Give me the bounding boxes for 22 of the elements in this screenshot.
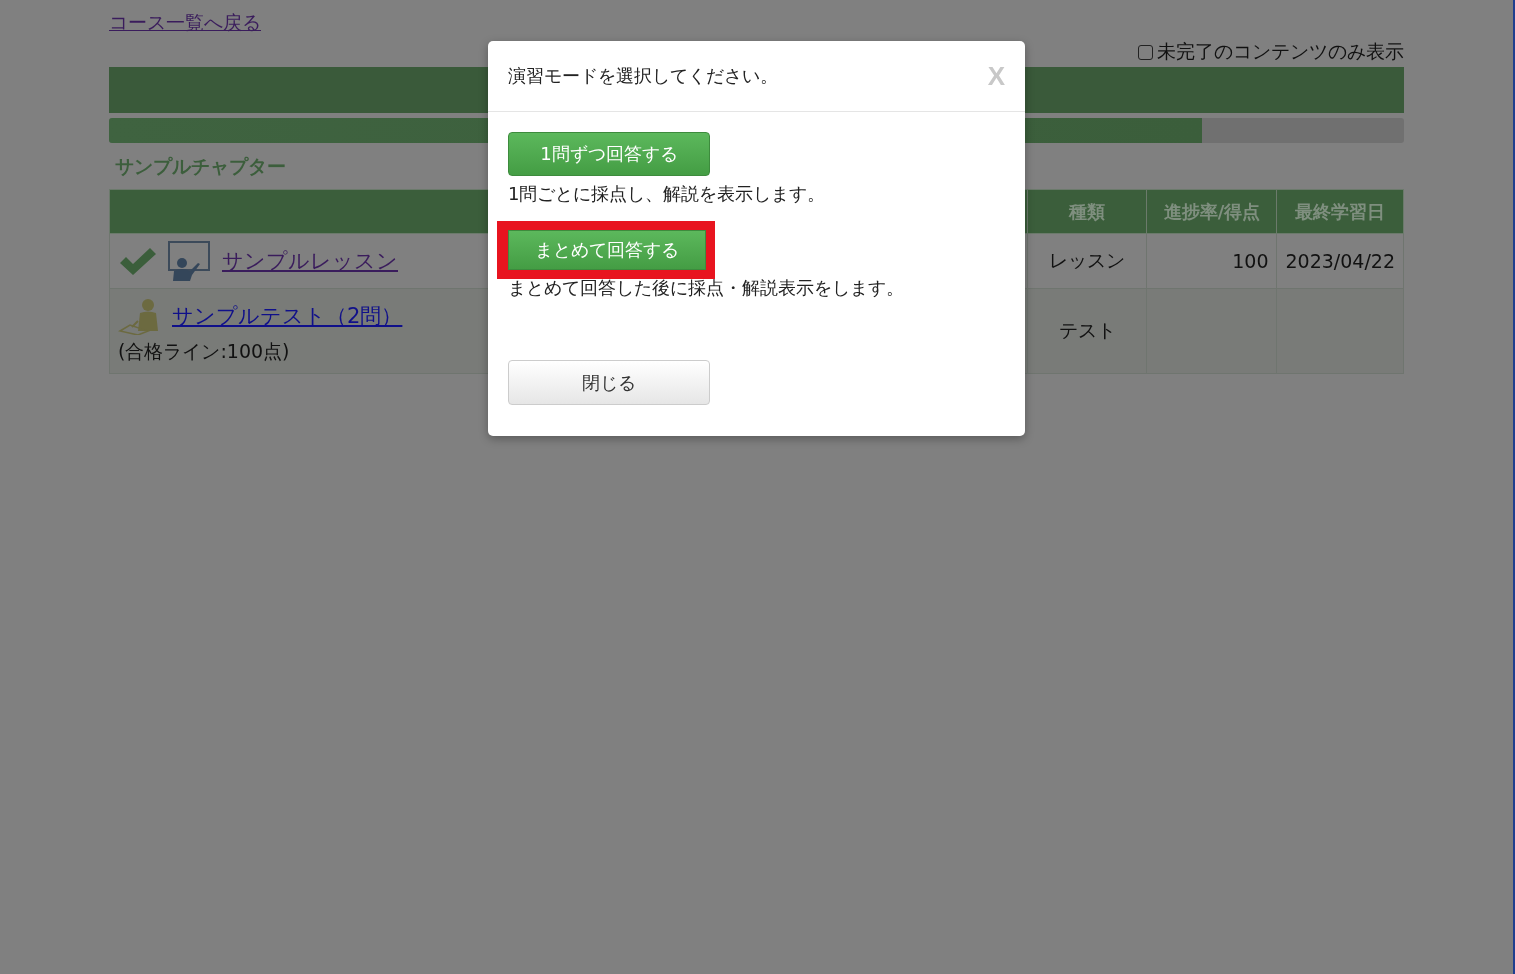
filter-label: 未完了のコンテンツのみ表示 xyxy=(1157,39,1404,64)
mode-description: まとめて回答した後に採点・解説表示をします。 xyxy=(508,276,904,300)
table-cell: レッスン xyxy=(1028,233,1147,289)
table-cell: テスト xyxy=(1028,288,1147,374)
pass-line-text: (合格ライン:100点) xyxy=(118,339,291,364)
column-header: 種類 xyxy=(1028,189,1147,234)
content-link[interactable]: サンプルレッスン xyxy=(222,247,398,275)
close-dialog-button[interactable]: 閉じる xyxy=(508,360,710,405)
checkbox[interactable] xyxy=(1138,44,1153,60)
column-header: 最終学習日 xyxy=(1277,189,1404,234)
chapter-title: サンプルチャプター xyxy=(115,154,286,179)
person-at-board-icon xyxy=(168,241,212,281)
content-link[interactable]: サンプルテスト（2問） xyxy=(172,302,403,330)
back-link[interactable]: コース一覧へ戻る xyxy=(109,10,261,34)
check-icon xyxy=(118,245,158,277)
column-header: 進捗率/得点 xyxy=(1147,189,1277,234)
dialog-title: 演習モードを選択してください。 xyxy=(508,64,778,88)
mode-button[interactable]: 1問ずつ回答する xyxy=(508,132,710,176)
mode-button[interactable]: まとめて回答する xyxy=(508,230,706,270)
mode-description: 1問ごとに採点し、解説を表示します。 xyxy=(508,182,826,206)
table-cell: 100 xyxy=(1147,233,1277,289)
table-cell: 2023/04/22 xyxy=(1277,233,1404,289)
